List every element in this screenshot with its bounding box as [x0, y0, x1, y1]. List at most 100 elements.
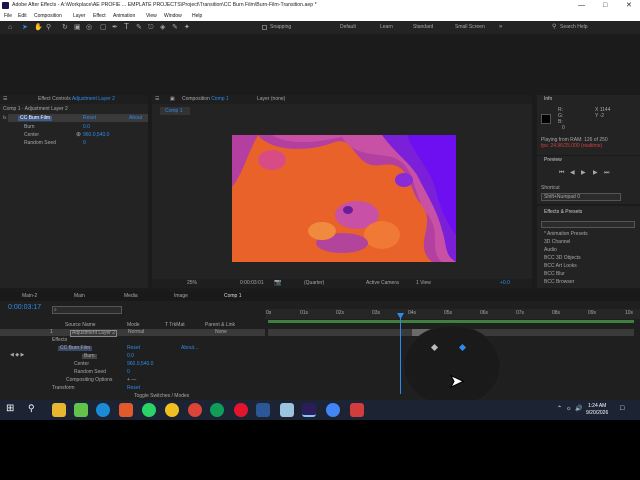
snapshot-icon[interactable]: 📷	[274, 280, 281, 286]
eraser-tool-icon[interactable]: ◈	[160, 24, 165, 31]
tab-main[interactable]: Main	[74, 294, 85, 299]
play-icon[interactable]: ▶	[581, 170, 586, 176]
effects-search-input[interactable]	[541, 221, 635, 228]
puppet-tool-icon[interactable]: ✦	[184, 24, 190, 31]
timeline-search-input[interactable]	[52, 306, 122, 314]
panel-menu-icon[interactable]: ☰	[3, 97, 7, 102]
layer-parent[interactable]: None	[215, 330, 227, 335]
app-green-icon[interactable]	[74, 403, 88, 417]
prev-frame-icon[interactable]: ◀	[570, 170, 575, 176]
preset-bcc-3d[interactable]: BCC 3D Objects	[544, 256, 581, 261]
workspace-learn[interactable]: Learn	[380, 25, 393, 30]
clone-stamp-tool-icon[interactable]: ⎋	[148, 24, 154, 31]
edge-icon[interactable]	[96, 403, 110, 417]
current-time-display[interactable]: 0:00:03:01	[240, 281, 264, 286]
camera-dropdown[interactable]: Active Camera	[366, 281, 399, 286]
shape-tool-icon[interactable]: ▢	[100, 24, 107, 31]
selection-tool-icon[interactable]: ➤	[22, 24, 28, 31]
notification-icon[interactable]: □	[620, 405, 624, 412]
chrome-icon-3[interactable]	[210, 403, 224, 417]
tl-effect-reset[interactable]: Reset	[127, 346, 140, 351]
preset-bcc-art[interactable]: BCC Art Looks	[544, 264, 577, 269]
tab-comp-1[interactable]: Comp 1	[224, 294, 242, 299]
chrome-icon-4[interactable]	[326, 403, 340, 417]
app-red-icon[interactable]	[350, 403, 364, 417]
camera-tool-icon[interactable]: ▣	[74, 24, 81, 31]
composition-tab[interactable]: Composition Comp 1	[182, 97, 229, 102]
exposure-value[interactable]: +0.0	[500, 281, 510, 286]
tl-effect-about[interactable]: About...	[181, 346, 198, 351]
menu-edit[interactable]: Edit	[18, 13, 27, 19]
timeline-ruler[interactable]	[265, 309, 640, 319]
rotate-tool-icon[interactable]: ↻	[62, 24, 68, 31]
zoom-tool-icon[interactable]: ⚲	[46, 24, 51, 31]
tl-transform-reset[interactable]: Reset	[127, 386, 140, 391]
hand-tool-icon[interactable]: ✋	[34, 24, 43, 31]
panel-menu-icon[interactable]: ☰	[155, 97, 159, 102]
home-icon[interactable]: ⌂	[8, 24, 12, 31]
brush-tool-icon[interactable]: ✎	[136, 24, 142, 31]
chrome-icon-2[interactable]	[188, 403, 202, 417]
magnification-dropdown[interactable]: 25%	[187, 281, 197, 286]
keyframe-nav-icon[interactable]: ◀ ◆ ▶	[10, 353, 24, 358]
work-area-bar[interactable]	[268, 320, 634, 323]
menu-animation[interactable]: Animation	[113, 13, 135, 19]
minimize-button[interactable]: —	[578, 2, 585, 9]
layer-name[interactable]: Adjustment Layer 2	[70, 330, 118, 337]
preset-3d-channel[interactable]: 3D Channel	[544, 240, 570, 245]
preset-animation[interactable]: * Animation Presets	[544, 232, 588, 237]
effect-about-link[interactable]: About	[129, 116, 142, 121]
menu-window[interactable]: Window	[164, 13, 182, 19]
pen-tool-icon[interactable]: ✒	[112, 24, 118, 31]
composition-viewer-frame[interactable]	[232, 135, 456, 262]
layer-mode[interactable]: Normal	[128, 330, 144, 335]
views-dropdown[interactable]: 1 View	[416, 281, 431, 286]
type-tool-icon[interactable]: T	[124, 23, 129, 31]
prop-random-seed-value[interactable]: 0	[83, 141, 86, 146]
resolution-dropdown[interactable]: (Quarter)	[304, 281, 324, 286]
prop-center-value[interactable]: 960.0,540.0	[83, 133, 109, 138]
maximize-button[interactable]: □	[603, 2, 607, 9]
clock-date[interactable]: 9/20/2026	[586, 411, 608, 416]
search-help-input[interactable]: Search Help	[560, 25, 588, 30]
layer-viewer-tab[interactable]: Layer (none)	[257, 97, 285, 102]
menu-effect[interactable]: Effect	[93, 13, 106, 19]
preset-bcc-browser[interactable]: BCC Browser	[544, 280, 574, 285]
workspace-default[interactable]: Default	[340, 25, 356, 30]
pan-behind-tool-icon[interactable]: ◎	[86, 24, 92, 31]
file-explorer-icon[interactable]	[52, 403, 66, 417]
tab-main-2[interactable]: Main-2	[22, 294, 37, 299]
whatsapp-icon[interactable]	[142, 403, 156, 417]
fx-icon[interactable]: fx	[3, 115, 7, 121]
workspace-small-screen[interactable]: Small Screen	[455, 25, 485, 30]
app-orange-icon[interactable]	[119, 403, 133, 417]
menu-layer[interactable]: Layer	[73, 13, 86, 19]
comp-flowchart-tab[interactable]: Comp 1	[160, 107, 190, 115]
clock-time[interactable]: 1:24 AM	[588, 404, 606, 409]
tl-transform[interactable]: Transform	[52, 386, 75, 391]
taskbar-search-icon[interactable]: ⚲	[28, 403, 42, 417]
word-icon[interactable]	[256, 403, 270, 417]
crosshair-icon[interactable]: ⊕	[76, 132, 81, 138]
workspace-standard[interactable]: Standard	[413, 25, 433, 30]
playhead-line[interactable]	[400, 314, 401, 394]
effect-controls-tab[interactable]: Effect Controls Adjustment Layer 2	[38, 97, 115, 102]
last-frame-icon[interactable]: ⏭	[604, 170, 609, 176]
tab-media[interactable]: Media	[124, 294, 138, 299]
menu-file[interactable]: File	[4, 13, 12, 19]
volume-icon[interactable]: 🔊	[575, 406, 582, 412]
tl-prop-burn-value[interactable]: 0.0	[127, 354, 134, 359]
preset-bcc-blur[interactable]: BCC Blur	[544, 272, 565, 277]
menu-composition[interactable]: Composition	[34, 13, 62, 19]
tl-prop-seed[interactable]: Random Seed	[74, 370, 106, 375]
tl-compositing-options[interactable]: Compositing Options	[66, 378, 112, 383]
tl-prop-burn[interactable]: Burn	[82, 354, 97, 359]
effects-group-label[interactable]: Effects	[52, 338, 67, 343]
snapping-checkbox[interactable]	[262, 25, 267, 30]
timeline-timecode[interactable]: 0:00:03:17	[8, 304, 41, 311]
after-effects-taskbar-icon[interactable]	[302, 403, 316, 417]
lock-icon[interactable]: ▣	[170, 97, 175, 102]
workspace-menu-icon[interactable]: »	[499, 24, 502, 30]
prop-burn-value[interactable]: 0.0	[83, 125, 90, 130]
close-button[interactable]: ✕	[626, 2, 632, 9]
